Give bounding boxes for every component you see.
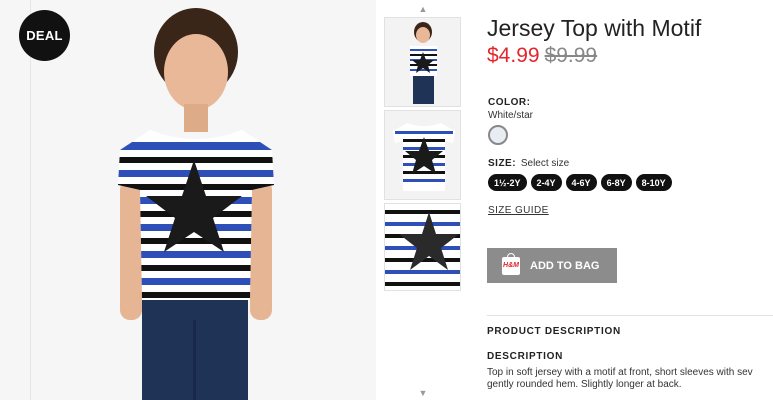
size-option[interactable]: 6-8Y	[600, 174, 632, 191]
add-to-bag-button[interactable]: H&M ADD TO BAG	[487, 248, 617, 283]
sale-price: $4.99	[487, 44, 540, 67]
size-option[interactable]: 4-6Y	[565, 174, 597, 191]
shopping-bag-icon: H&M	[502, 252, 520, 275]
description-text: Top in soft jersey with a motif at front…	[487, 367, 773, 391]
thumbnail-model[interactable]	[384, 17, 461, 107]
size-option[interactable]: 2-4Y	[530, 174, 562, 191]
size-options: 1½-2Y 2-4Y 4-6Y 6-8Y 8-10Y	[488, 174, 672, 191]
price-row: $4.99 $9.99	[487, 44, 597, 68]
original-price: $9.99	[544, 44, 598, 67]
thumbnail-detail-image	[385, 204, 460, 290]
product-title: Jersey Top with Motif	[487, 15, 702, 41]
child-wearing-top-illustration	[118, 8, 274, 400]
description-line: gently rounded hem. Slightly longer at b…	[487, 379, 682, 390]
thumbnail-model-image	[410, 22, 437, 104]
color-value: White/star	[488, 110, 534, 121]
size-prompt: Select size	[520, 158, 570, 169]
color-label: COLOR:	[488, 97, 531, 108]
description-line: Top in soft jersey with a motif at front…	[487, 367, 753, 378]
deal-badge: DEAL	[19, 10, 70, 61]
product-info-panel: Jersey Top with Motif $4.99 $9.99 COLOR: …	[487, 0, 773, 400]
section-divider	[487, 315, 773, 316]
size-label: SIZE:	[488, 158, 517, 169]
product-description-heading[interactable]: PRODUCT DESCRIPTION	[487, 326, 621, 337]
thumbnail-detail[interactable]	[384, 203, 461, 291]
size-option[interactable]: 1½-2Y	[488, 174, 527, 191]
size-guide-link[interactable]: SIZE GUIDE	[488, 205, 549, 216]
thumbnail-carousel: ▲ ▼	[384, 0, 462, 400]
description-heading: DESCRIPTION	[487, 351, 564, 362]
size-option[interactable]: 8-10Y	[635, 174, 672, 191]
thumbnail-flat-front[interactable]	[384, 110, 461, 200]
thumbnail-flat-image	[393, 123, 455, 191]
main-product-image[interactable]: DEAL	[0, 0, 376, 400]
chevron-up-icon[interactable]: ▲	[384, 4, 462, 14]
color-swatch-white-star[interactable]	[488, 125, 508, 145]
size-row: SIZE: Select size	[488, 158, 569, 169]
chevron-down-icon[interactable]: ▼	[384, 388, 462, 398]
bag-icon-logo: H&M	[503, 262, 519, 269]
add-to-bag-label: ADD TO BAG	[530, 259, 600, 272]
